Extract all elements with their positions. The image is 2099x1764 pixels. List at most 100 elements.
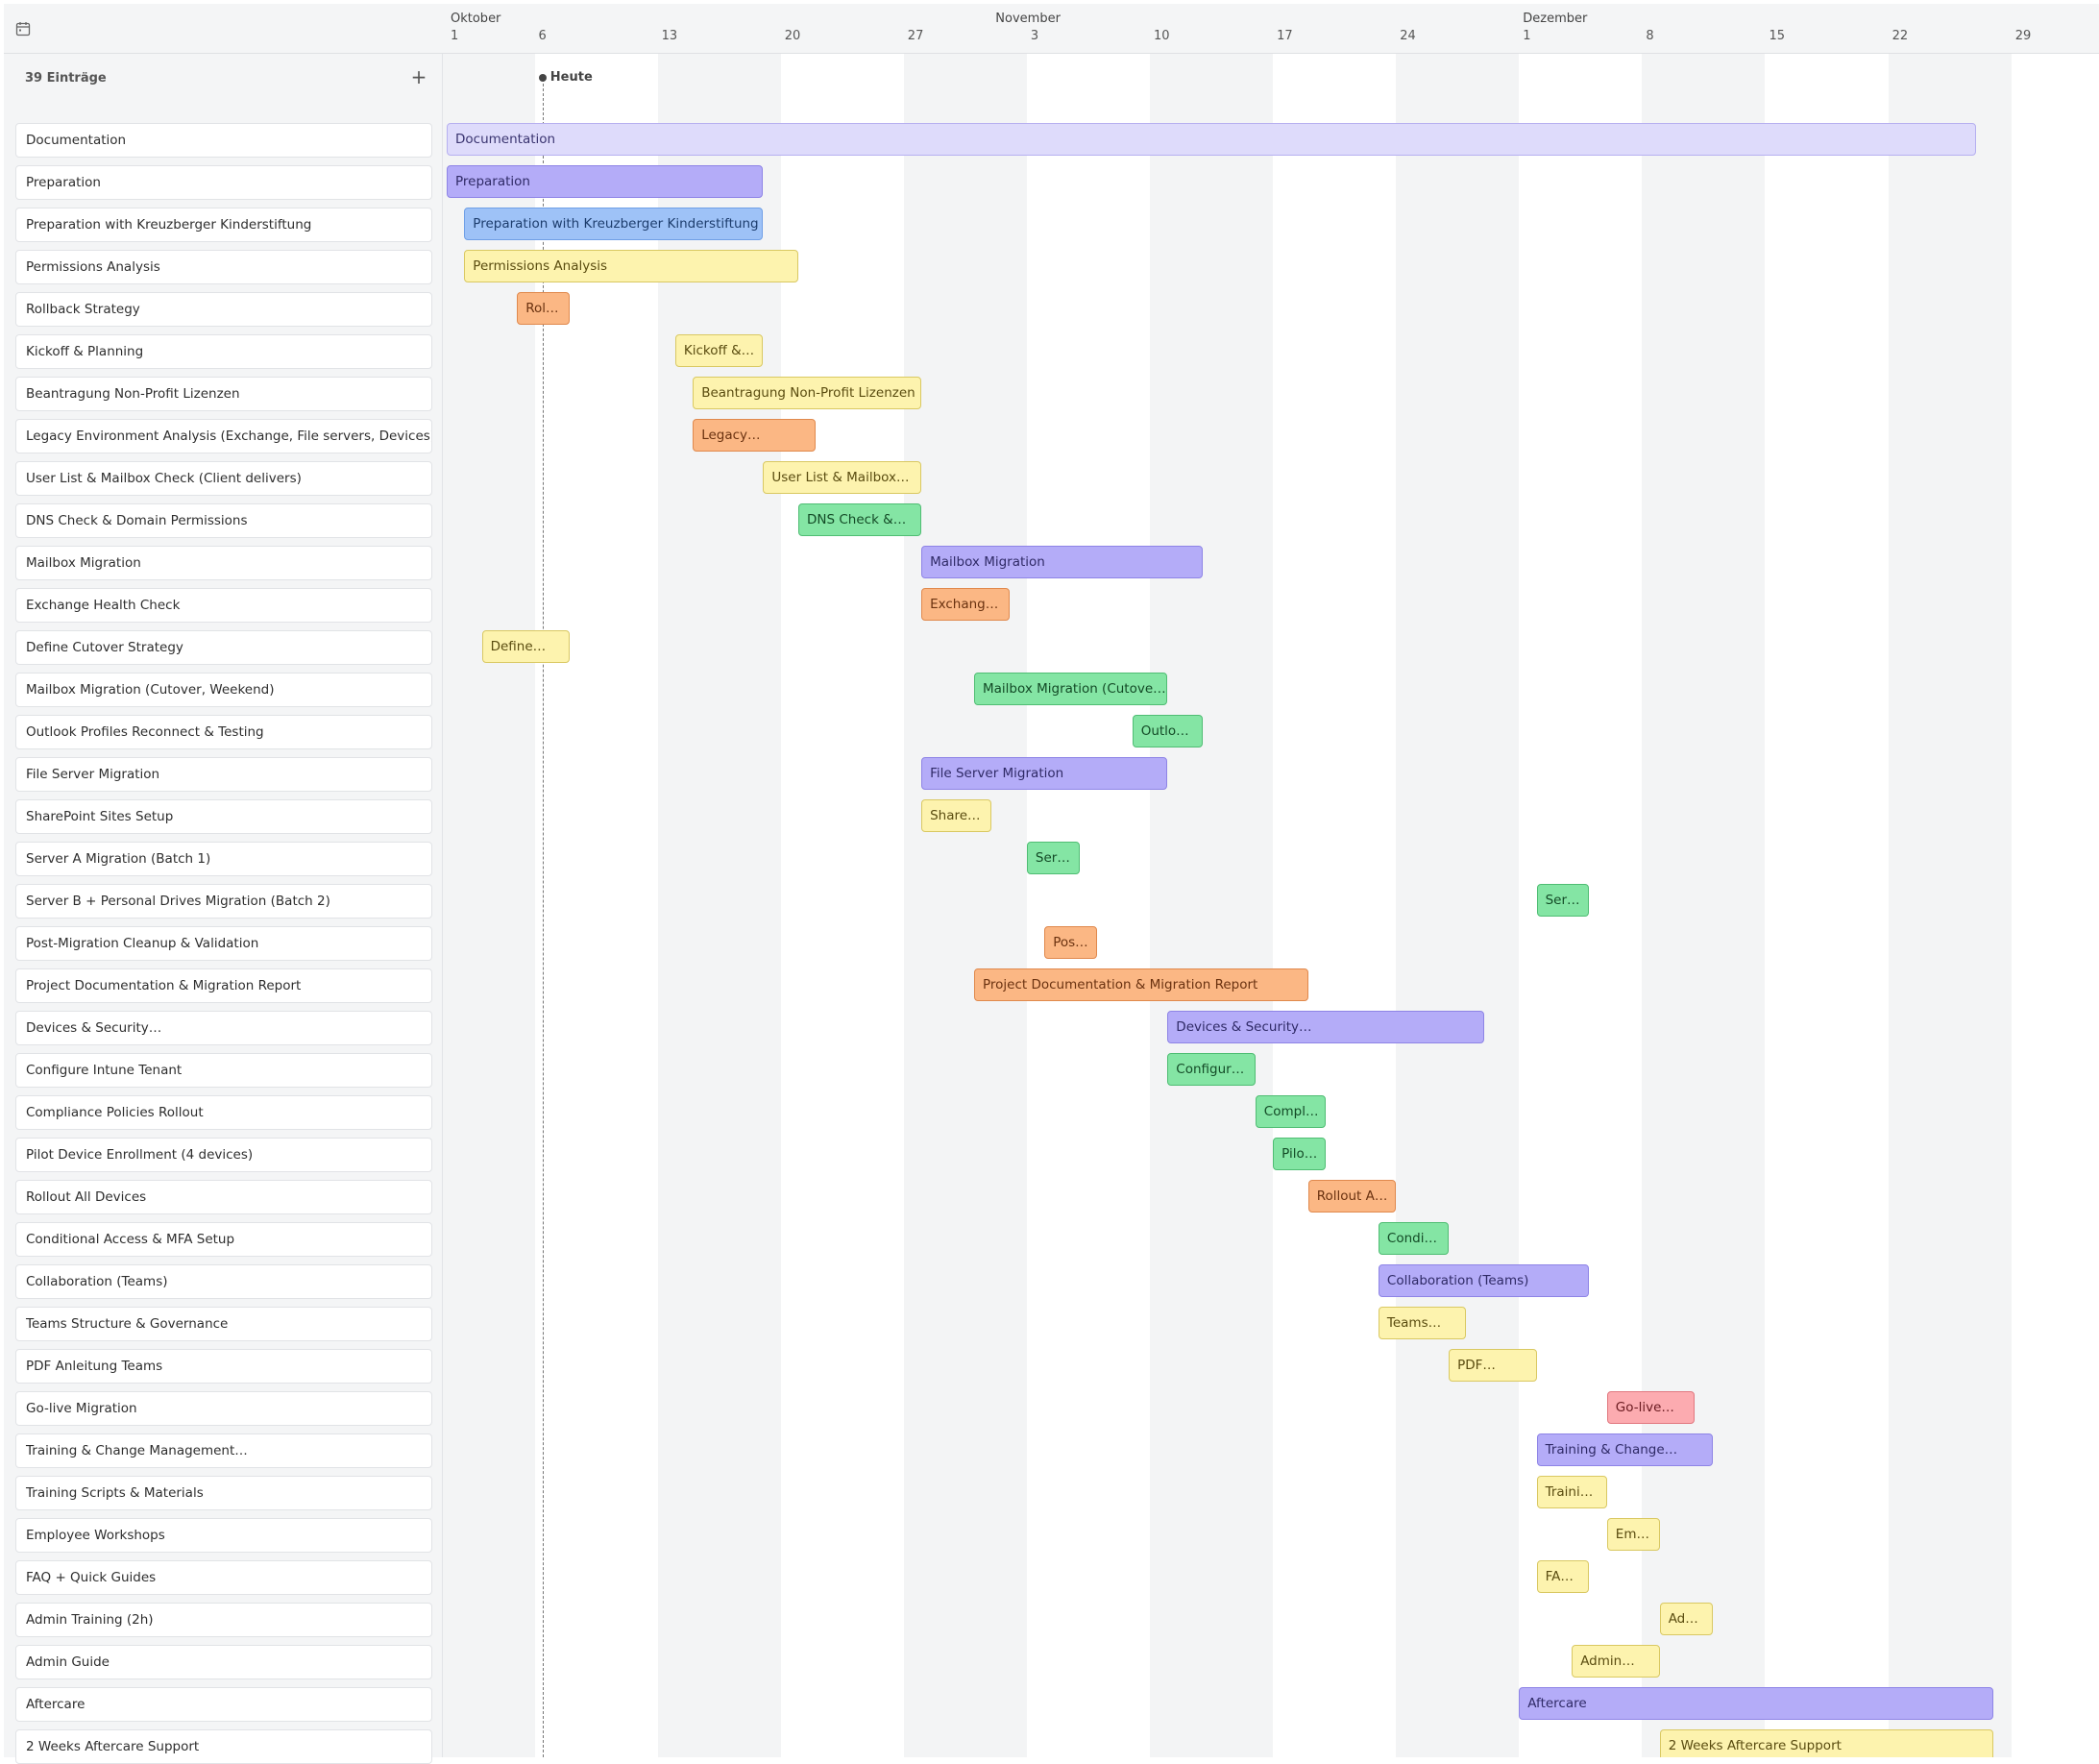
task-bar[interactable]: Go-live… bbox=[1606, 1391, 1696, 1424]
task-bar[interactable]: Mailbox Migration bbox=[921, 546, 1203, 578]
calendar-icon[interactable] bbox=[15, 21, 33, 38]
week-band bbox=[1396, 54, 1520, 1757]
task-row-label[interactable]: Collaboration (Teams) bbox=[15, 1264, 432, 1299]
task-bar[interactable]: DNS Check &… bbox=[798, 503, 922, 536]
task-row-label[interactable]: Aftercare bbox=[15, 1687, 432, 1722]
task-row-label[interactable]: Beantragung Non-Profit Lizenzen bbox=[15, 377, 432, 411]
task-row-label[interactable]: Mailbox Migration (Cutover, Weekend) bbox=[15, 673, 432, 707]
task-bar[interactable]: Ad… bbox=[1659, 1603, 1713, 1635]
task-row-label[interactable]: FAQ + Quick Guides bbox=[15, 1560, 432, 1595]
task-bar[interactable]: Admin… bbox=[1572, 1645, 1660, 1678]
task-bar[interactable]: Preparation with Kreuzberger Kinderstift… bbox=[464, 208, 764, 240]
task-bar[interactable]: Collaboration (Teams) bbox=[1378, 1264, 1590, 1297]
task-row-label[interactable]: Configure Intune Tenant bbox=[15, 1053, 432, 1088]
day-tick-label: 10 bbox=[1154, 29, 1170, 43]
task-bar[interactable]: Legacy… bbox=[693, 419, 817, 452]
task-bar[interactable]: Ser… bbox=[1536, 884, 1590, 917]
task-bar[interactable]: Em… bbox=[1606, 1518, 1660, 1551]
task-bar[interactable]: Compl… bbox=[1255, 1095, 1326, 1128]
task-bar[interactable]: Define… bbox=[481, 630, 571, 663]
task-bar[interactable]: Pos… bbox=[1044, 926, 1098, 959]
task-bar[interactable]: Teams… bbox=[1378, 1307, 1467, 1339]
task-row-label[interactable]: SharePoint Sites Setup bbox=[15, 799, 432, 834]
task-row-label[interactable]: Rollback Strategy bbox=[15, 292, 432, 327]
day-tick-label: 8 bbox=[1646, 29, 1654, 43]
task-row-label[interactable]: 2 Weeks Aftercare Support bbox=[15, 1729, 432, 1764]
task-row-label[interactable]: Server A Migration (Batch 1) bbox=[15, 842, 432, 876]
task-row-label[interactable]: PDF Anleitung Teams bbox=[15, 1349, 432, 1384]
task-row-label[interactable]: Project Documentation & Migration Report bbox=[15, 968, 432, 1003]
task-row-label[interactable]: Define Cutover Strategy bbox=[15, 630, 432, 665]
task-row-label[interactable]: Rollout All Devices bbox=[15, 1180, 432, 1214]
day-tick-label: 1 bbox=[451, 29, 459, 43]
task-row-label[interactable]: DNS Check & Domain Permissions bbox=[15, 503, 432, 538]
task-row-label[interactable]: Admin Training (2h) bbox=[15, 1603, 432, 1637]
task-bar[interactable]: Exchang… bbox=[921, 588, 1010, 621]
task-bar[interactable]: FA… bbox=[1536, 1560, 1590, 1593]
timeline-chart-area: Heute Documentation Preparation Preparatio… bbox=[443, 54, 2099, 1757]
task-row-label[interactable]: Legacy Environment Analysis (Exchange, F… bbox=[15, 419, 432, 453]
task-bar[interactable]: Traini… bbox=[1536, 1476, 1607, 1508]
task-bar[interactable]: Outlo… bbox=[1132, 715, 1203, 747]
task-row-label[interactable]: Devices & Security… bbox=[15, 1011, 432, 1045]
day-tick-label: 22 bbox=[1892, 29, 1909, 43]
task-row-label[interactable]: Server B + Personal Drives Migration (Ba… bbox=[15, 884, 432, 919]
task-row-label[interactable]: Documentation bbox=[15, 123, 432, 158]
task-bar[interactable]: Preparation bbox=[447, 165, 764, 198]
task-bar[interactable]: Rol… bbox=[517, 292, 571, 325]
task-row-label[interactable]: Go-live Migration bbox=[15, 1391, 432, 1426]
add-entry-button[interactable]: + bbox=[405, 63, 432, 90]
entries-count: 39 Einträge bbox=[25, 71, 107, 86]
task-bar[interactable]: Ser… bbox=[1026, 842, 1080, 874]
task-row-label[interactable]: Admin Guide bbox=[15, 1645, 432, 1679]
task-row-label[interactable]: Permissions Analysis bbox=[15, 250, 432, 284]
week-band bbox=[903, 54, 1027, 1757]
task-row-label[interactable]: Pilot Device Enrollment (4 devices) bbox=[15, 1138, 432, 1172]
gantt-app: Oktober November Dezember 1 6 13 20 27 3 10 17 24 1 8… bbox=[0, 0, 2099, 1764]
task-row-label[interactable]: Teams Structure & Governance bbox=[15, 1307, 432, 1341]
task-bar[interactable]: Pilo… bbox=[1273, 1138, 1326, 1170]
day-tick-label: 3 bbox=[1030, 29, 1039, 43]
task-bar[interactable]: Aftercare bbox=[1519, 1687, 1994, 1720]
task-row-label[interactable]: Training & Change Management… bbox=[15, 1433, 432, 1468]
task-bar[interactable]: Rollout A… bbox=[1307, 1180, 1397, 1213]
month-label: November bbox=[995, 12, 1061, 26]
month-label: Dezember bbox=[1523, 12, 1588, 26]
task-bar[interactable]: Mailbox Migration (Cutove… bbox=[974, 673, 1168, 705]
task-bar[interactable]: Share… bbox=[921, 799, 992, 832]
task-row-label[interactable]: Conditional Access & MFA Setup bbox=[15, 1222, 432, 1257]
task-bar[interactable]: Documentation bbox=[447, 123, 1977, 156]
task-bar[interactable]: Permissions Analysis bbox=[464, 250, 798, 282]
task-bar[interactable]: Devices & Security… bbox=[1167, 1011, 1484, 1043]
month-label: Oktober bbox=[451, 12, 501, 26]
task-row-label[interactable]: Kickoff & Planning bbox=[15, 334, 432, 369]
task-row-label[interactable]: User List & Mailbox Check (Client delive… bbox=[15, 461, 432, 496]
task-row-label[interactable]: Employee Workshops bbox=[15, 1518, 432, 1553]
task-row-label[interactable]: File Server Migration bbox=[15, 757, 432, 792]
task-bar[interactable]: User List & Mailbox… bbox=[763, 461, 922, 494]
day-tick-label: 27 bbox=[907, 29, 924, 43]
task-bar[interactable]: Kickoff &… bbox=[674, 334, 764, 367]
task-row-label[interactable]: Preparation with Kreuzberger Kinderstift… bbox=[15, 208, 432, 242]
task-bar[interactable]: Beantragung Non-Profit Lizenzen bbox=[693, 377, 922, 409]
task-bar[interactable]: PDF… bbox=[1449, 1349, 1537, 1382]
task-row-label[interactable]: Mailbox Migration bbox=[15, 546, 432, 580]
task-bar[interactable]: Training & Change… bbox=[1536, 1433, 1713, 1466]
task-row-label[interactable]: Training Scripts & Materials bbox=[15, 1476, 432, 1510]
task-bar[interactable]: Project Documentation & Migration Report bbox=[974, 968, 1308, 1001]
timeline-header-bar: Oktober November Dezember 1 6 13 20 27 3 10 17 24 1 8… bbox=[4, 4, 2099, 54]
day-tick-label: 13 bbox=[661, 29, 678, 43]
day-tick-label: 6 bbox=[538, 29, 547, 43]
task-row-label[interactable]: Preparation bbox=[15, 165, 432, 200]
task-list-sidebar: 39 Einträge + Documentation Preparation Pr… bbox=[4, 54, 443, 1764]
task-row-label[interactable]: Compliance Policies Rollout bbox=[15, 1095, 432, 1130]
day-tick-label: 17 bbox=[1277, 29, 1293, 43]
task-row-label[interactable]: Outlook Profiles Reconnect & Testing bbox=[15, 715, 432, 749]
week-band bbox=[1150, 54, 1274, 1757]
task-bar[interactable]: Configur… bbox=[1167, 1053, 1256, 1086]
task-row-label[interactable]: Exchange Health Check bbox=[15, 588, 432, 623]
task-bar[interactable]: 2 Weeks Aftercare Support bbox=[1659, 1729, 1994, 1757]
task-bar[interactable]: Condi… bbox=[1378, 1222, 1450, 1255]
task-row-label[interactable]: Post-Migration Cleanup & Validation bbox=[15, 926, 432, 961]
task-bar[interactable]: File Server Migration bbox=[921, 757, 1168, 790]
